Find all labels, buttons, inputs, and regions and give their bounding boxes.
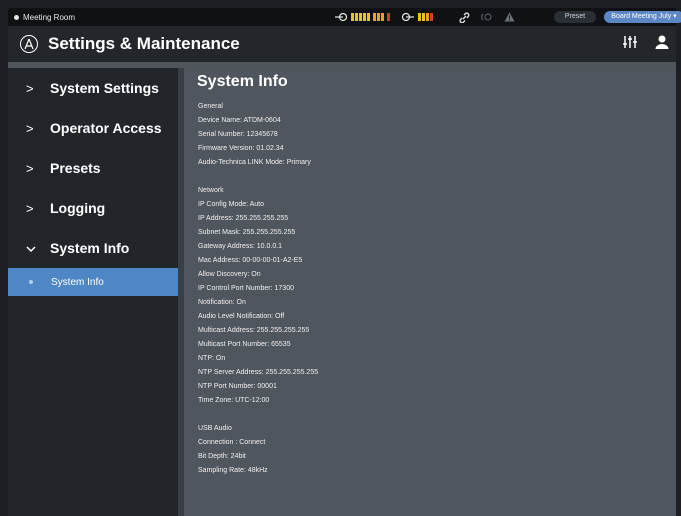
chevron-right-icon: > — [26, 200, 34, 216]
info-line: Firmware Version: 01.02.34 — [198, 145, 284, 152]
sidebar-item-label: Presets — [50, 160, 101, 176]
sidebar-item-system-settings[interactable]: > System Settings — [8, 68, 178, 108]
output-meter — [418, 13, 433, 21]
room-name: Meeting Room — [23, 12, 76, 22]
sidebar-item-label: Logging — [50, 200, 106, 216]
wireless-icon — [480, 12, 492, 22]
sidebar-item-label: Operator Access — [50, 120, 162, 136]
user-icon[interactable] — [654, 34, 670, 55]
chevron-down-icon: ▾ — [673, 13, 677, 20]
info-line: Bit Depth: 24bit — [198, 453, 246, 460]
info-line: IP Address: 255.255.255.255 — [198, 215, 289, 222]
sidebar-item-label: System Settings — [50, 80, 159, 96]
network-heading: Network — [198, 187, 224, 194]
info-line: Subnet Mask: 255.255.255.255 — [198, 229, 296, 236]
link-icon — [459, 11, 470, 23]
info-line: Device Name: ATDM-0604 — [198, 117, 281, 124]
audio-technica-logo — [20, 35, 38, 53]
info-line: NTP Port Number: 00001 — [198, 383, 277, 390]
info-line: Notification: On — [198, 299, 246, 306]
sidebar-item-presets[interactable]: > Presets — [8, 148, 178, 188]
app-header: Settings & Maintenance — [8, 26, 676, 62]
info-line: IP Control Port Number: 17300 — [198, 285, 294, 292]
info-line: Mac Address: 00-00-00-01-A2-E5 — [198, 257, 303, 264]
info-line: Sampling Rate: 48kHz — [198, 467, 268, 474]
usb-audio-heading: USB Audio — [198, 425, 232, 432]
preset-label: Preset — [554, 11, 596, 23]
sidebar-subitem-label: System Info — [51, 276, 104, 288]
info-line: NTP Server Address: 255.255.255.255 — [198, 369, 319, 376]
general-heading: General — [198, 103, 223, 110]
info-line: Gateway Address: 10.0.0.1 — [198, 243, 283, 250]
chevron-down-icon — [26, 241, 44, 256]
info-line: Audio-Technica LINK Mode: Primary — [198, 159, 311, 166]
info-line: Multicast Port Number: 65535 — [198, 341, 291, 348]
chevron-right-icon: > — [26, 120, 34, 136]
bullet-icon — [29, 280, 33, 284]
sidebar-subitem-system-info[interactable]: System Info — [8, 268, 178, 296]
preset-dropdown[interactable]: Board Meeting July ▾ — [604, 11, 681, 23]
status-bar: Meeting Room Preset Board Meeting July ▾ — [8, 8, 681, 26]
info-line: Allow Discovery: On — [198, 271, 261, 278]
info-line: Serial Number: 12345678 — [198, 131, 278, 138]
sidebar-item-logging[interactable]: > Logging — [8, 188, 178, 228]
info-line: NTP: On — [198, 355, 226, 362]
warning-icon — [504, 12, 515, 22]
chevron-right-icon: > — [26, 80, 34, 96]
sidebar-item-label: System Info — [50, 240, 130, 256]
sidebar: > System Settings > Operator Access > Pr… — [8, 68, 178, 516]
sidebar-item-operator-access[interactable]: > Operator Access — [8, 108, 178, 148]
system-info-list: General Device Name: ATDM-0604 Serial Nu… — [198, 100, 318, 478]
output-icon — [402, 12, 414, 22]
level-meters — [335, 8, 515, 26]
room-status-dot — [14, 14, 19, 20]
input-meter — [351, 13, 390, 21]
page-title: Settings & Maintenance — [48, 34, 240, 53]
info-line: Audio Level Notification: Off — [198, 313, 285, 320]
chevron-right-icon: > — [26, 160, 34, 176]
section-title: System Info — [197, 73, 288, 90]
info-line: IP Config Mode: Auto — [198, 201, 265, 208]
info-line: Multicast Address: 255.255.255.255 — [198, 327, 310, 334]
input-icon — [335, 12, 347, 22]
info-line: Connection : Connect — [198, 439, 266, 446]
sidebar-item-system-info[interactable]: System Info — [8, 228, 178, 268]
info-line: Time Zone: UTC-12:00 — [198, 397, 270, 404]
preset-selected-value: Board Meeting July — [611, 13, 672, 20]
sliders-icon[interactable] — [622, 34, 638, 55]
main-panel: System Info General Device Name: ATDM-06… — [184, 68, 676, 516]
